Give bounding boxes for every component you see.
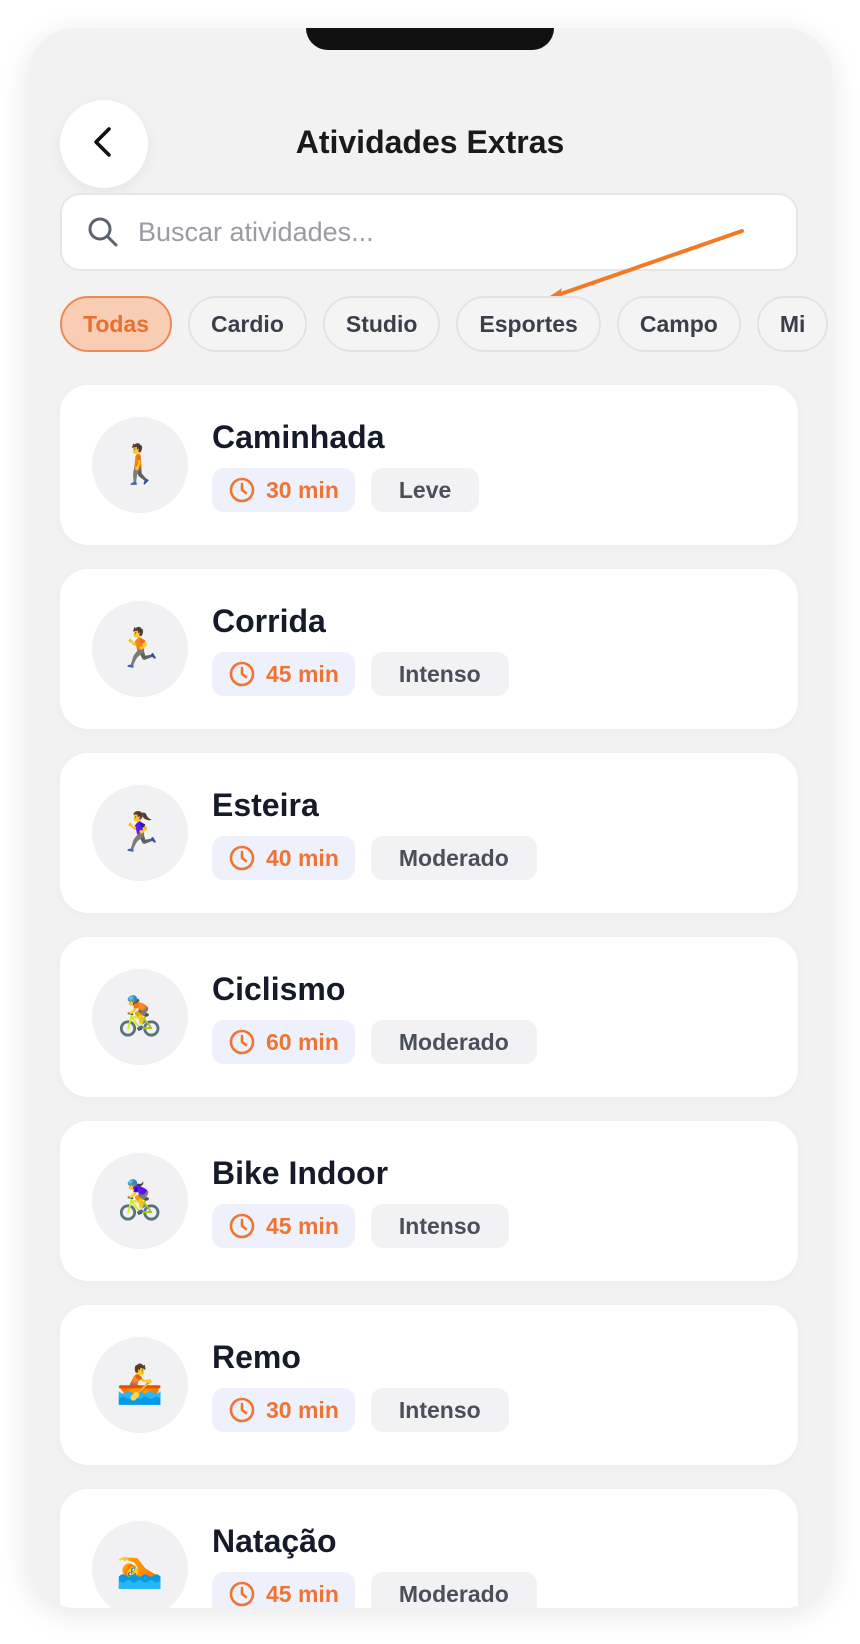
filter-chip-todas[interactable]: Todas: [60, 296, 173, 352]
activity-icon: 🏃: [92, 601, 188, 697]
filter-chip-studio[interactable]: Studio: [322, 296, 441, 352]
duration-badge: 30 min: [212, 1388, 355, 1432]
intensity-badge: Moderado: [370, 1020, 537, 1064]
activity-badges: 60 min Moderado: [212, 1020, 537, 1064]
activity-badges: 30 min Leve: [212, 468, 480, 512]
duration-badge: 45 min: [212, 652, 355, 696]
filter-chips: Todas Cardio Studio Esportes Campo Mi: [60, 296, 832, 354]
clock-icon: [228, 476, 256, 504]
intensity-badge: Moderado: [370, 836, 537, 880]
duration-badge: 30 min: [212, 468, 355, 512]
intensity-badge: Leve: [370, 468, 480, 512]
clock-icon: [228, 1580, 256, 1608]
filter-chip-campo[interactable]: Campo: [616, 296, 741, 352]
activity-card[interactable]: 🏃 Corrida 45 min Intenso: [60, 569, 798, 729]
duration-text: 45 min: [266, 1580, 339, 1607]
activity-name: Esteira: [212, 787, 319, 823]
activity-name: Ciclismo: [212, 971, 346, 1007]
activity-list: 🚶 Caminhada 30 min Leve 🏃 Corrida 45 min Intens…: [60, 385, 798, 1608]
activity-icon: 🚣: [92, 1337, 188, 1433]
activity-icon: 🚴: [92, 969, 188, 1065]
device-notch: [306, 28, 554, 50]
activity-name: Remo: [212, 1339, 301, 1375]
intensity-badge: Moderado: [370, 1572, 537, 1608]
duration-badge: 45 min: [212, 1204, 355, 1248]
filter-chip-esportes[interactable]: Esportes: [456, 296, 601, 352]
duration-text: 30 min: [266, 476, 339, 503]
search-bar[interactable]: [60, 193, 798, 271]
search-icon: [86, 215, 120, 249]
activity-card[interactable]: 🚶 Caminhada 30 min Leve: [60, 385, 798, 545]
activity-name: Corrida: [212, 603, 326, 639]
duration-badge: 60 min: [212, 1020, 355, 1064]
duration-badge: 45 min: [212, 1572, 355, 1608]
app-screen: Atividades Extras Todas Cardio Studio Espor…: [28, 28, 832, 1608]
activity-name: Natação: [212, 1523, 337, 1559]
activity-badges: 30 min Intenso: [212, 1388, 509, 1432]
duration-text: 60 min: [266, 1028, 339, 1055]
clock-icon: [228, 844, 256, 872]
intensity-badge: Intenso: [370, 1388, 509, 1432]
filter-chip-cardio[interactable]: Cardio: [188, 296, 307, 352]
duration-text: 45 min: [266, 660, 339, 687]
duration-badge: 40 min: [212, 836, 355, 880]
activity-badges: 45 min Intenso: [212, 652, 509, 696]
clock-icon: [228, 1212, 256, 1240]
activity-card[interactable]: 🚣 Remo 30 min Intenso: [60, 1305, 798, 1465]
activity-icon: 🏊: [92, 1521, 188, 1608]
activity-badges: 40 min Moderado: [212, 836, 537, 880]
activity-badges: 45 min Moderado: [212, 1572, 537, 1608]
activity-card[interactable]: 🚴‍♀️ Bike Indoor 45 min Intenso: [60, 1121, 798, 1281]
activity-card[interactable]: 🚴 Ciclismo 60 min Moderado: [60, 937, 798, 1097]
duration-text: 40 min: [266, 844, 339, 871]
activity-icon: 🚴‍♀️: [92, 1153, 188, 1249]
duration-text: 30 min: [266, 1396, 339, 1423]
clock-icon: [228, 1396, 256, 1424]
page-title: Atividades Extras: [295, 124, 565, 160]
filter-chip-mi[interactable]: Mi: [756, 296, 829, 352]
activity-icon: 🚶: [92, 417, 188, 513]
search-input[interactable]: [136, 215, 760, 249]
activity-name: Bike Indoor: [212, 1155, 389, 1191]
activity-card[interactable]: 🏃‍♀️ Esteira 40 min Moderado: [60, 753, 798, 913]
clock-icon: [228, 660, 256, 688]
clock-icon: [228, 1028, 256, 1056]
intensity-badge: Intenso: [370, 652, 509, 696]
intensity-badge: Intenso: [370, 1204, 509, 1248]
activity-card[interactable]: 🏊 Natação 45 min Moderado: [60, 1489, 798, 1608]
header: Atividades Extras: [28, 72, 832, 188]
duration-text: 45 min: [266, 1212, 339, 1239]
activity-icon: 🏃‍♀️: [92, 785, 188, 881]
activity-badges: 45 min Intenso: [212, 1204, 509, 1248]
activity-name: Caminhada: [212, 419, 385, 455]
